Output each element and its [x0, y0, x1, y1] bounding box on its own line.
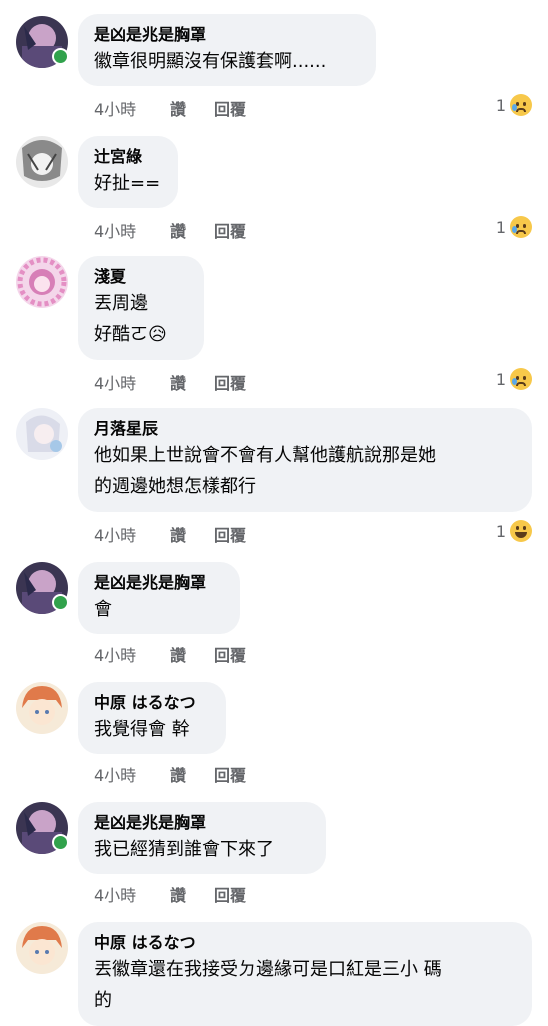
comment-bubble: 是凶是兆是胸罩 我已經猜到誰會下來了: [78, 802, 326, 874]
commenter-name[interactable]: 是凶是兆是胸罩: [94, 572, 224, 594]
comment-text: 丟周邊: [94, 293, 148, 314]
avatar[interactable]: [16, 802, 69, 854]
reply-button[interactable]: 回覆: [214, 882, 246, 906]
comment-actions: 4小時 讚 回覆: [94, 642, 246, 666]
commenter-name[interactable]: 是凶是兆是胸罩: [94, 24, 360, 46]
like-button[interactable]: 讚: [170, 642, 214, 666]
comment-actions: 4小時 讚 回覆: [94, 218, 246, 242]
like-button[interactable]: 讚: [170, 96, 214, 120]
like-button[interactable]: 讚: [170, 762, 214, 786]
commenter-name[interactable]: 月落星辰: [94, 418, 516, 440]
reaction-count-number: 1: [495, 217, 506, 237]
reaction-count-number: 1: [495, 521, 506, 541]
comment-bubble: 中原 はるなつ 丟徽章還在我接受ㄉ邊緣可是口紅是三小 碼 的: [78, 922, 532, 1026]
comment-timestamp[interactable]: 4小時: [94, 642, 170, 666]
comment-bubble: 是凶是兆是胸罩 徽章很明顯沒有保護套啊......: [78, 14, 376, 86]
comment-actions: 4小時 讚 回覆: [94, 522, 246, 546]
commenter-name[interactable]: 中原 はるなつ: [94, 692, 210, 714]
comment-actions: 4小時 讚 回覆: [94, 370, 246, 394]
comment-text: 他如果上世說會不會有人幫他護航說那是她: [94, 445, 436, 466]
reaction-count[interactable]: 1: [496, 520, 532, 542]
reply-button[interactable]: 回覆: [214, 218, 246, 242]
comment-actions: 4小時 讚 回覆: [94, 882, 246, 906]
comment-actions: 4小時 讚 回覆: [94, 96, 246, 120]
comment-bubble: 中原 はるなつ 我覺得會 幹: [78, 682, 226, 754]
avatar[interactable]: [16, 256, 68, 308]
laughing-emoji-icon: [510, 520, 532, 542]
sad-tear-emoji-icon: [510, 368, 532, 390]
comment-text: 好扯==: [94, 173, 161, 194]
comment-text: 的: [94, 990, 112, 1011]
comment-timestamp[interactable]: 4小時: [94, 96, 170, 120]
reaction-count-number: 1: [495, 95, 506, 115]
reply-button[interactable]: 回覆: [214, 642, 246, 666]
like-button[interactable]: 讚: [170, 522, 214, 546]
commenter-name[interactable]: 是凶是兆是胸罩: [94, 812, 310, 834]
avatar[interactable]: [16, 16, 69, 68]
reaction-count[interactable]: 1: [496, 368, 532, 390]
commenter-name[interactable]: 淺夏: [94, 266, 188, 288]
avatar[interactable]: [16, 922, 68, 974]
avatar[interactable]: [16, 682, 68, 734]
comment-text: 好酷ㄛ😥: [94, 324, 167, 345]
comment-timestamp[interactable]: 4小時: [94, 762, 170, 786]
online-status-dot: [52, 594, 69, 611]
comment-timestamp[interactable]: 4小時: [94, 522, 170, 546]
like-button[interactable]: 讚: [170, 882, 214, 906]
avatar[interactable]: [16, 408, 68, 460]
reply-button[interactable]: 回覆: [214, 96, 246, 120]
online-status-dot: [52, 48, 69, 65]
comment-actions: 4小時 讚 回覆: [94, 762, 246, 786]
avatar[interactable]: [16, 136, 68, 188]
comment-bubble: 淺夏 丟周邊 好酷ㄛ😥: [78, 256, 204, 360]
comment-bubble: 月落星辰 他如果上世說會不會有人幫他護航說那是她 的週邊她想怎樣都行: [78, 408, 532, 512]
online-status-dot: [52, 834, 69, 851]
comment-bubble: 辻宮綠 好扯==: [78, 136, 178, 208]
reaction-count[interactable]: 1: [496, 216, 532, 238]
comment-text: 丟徽章還在我接受ㄉ邊緣可是口紅是三小 碼: [94, 959, 442, 980]
comment-bubble: 是凶是兆是胸罩 會: [78, 562, 240, 634]
comment-text: 徽章很明顯沒有保護套啊......: [94, 51, 327, 72]
comment-text: 會: [94, 599, 112, 620]
sad-tear-emoji-icon: [510, 94, 532, 116]
comment-timestamp[interactable]: 4小時: [94, 882, 170, 906]
sad-tear-emoji-icon: [510, 216, 532, 238]
reaction-count[interactable]: 1: [496, 94, 532, 116]
comment-text: 我已經猜到誰會下來了: [94, 839, 274, 860]
reaction-count-number: 1: [495, 369, 506, 389]
commenter-name[interactable]: 辻宮綠: [94, 146, 162, 168]
reply-button[interactable]: 回覆: [214, 522, 246, 546]
comment-timestamp[interactable]: 4小時: [94, 218, 170, 242]
reply-button[interactable]: 回覆: [214, 762, 246, 786]
like-button[interactable]: 讚: [170, 370, 214, 394]
reply-button[interactable]: 回覆: [214, 370, 246, 394]
comment-text: 我覺得會 幹: [94, 719, 190, 740]
avatar[interactable]: [16, 562, 69, 614]
like-button[interactable]: 讚: [170, 218, 214, 242]
comment-text: 的週邊她想怎樣都行: [94, 476, 256, 497]
comment-timestamp[interactable]: 4小時: [94, 370, 170, 394]
commenter-name[interactable]: 中原 はるなつ: [94, 932, 516, 954]
